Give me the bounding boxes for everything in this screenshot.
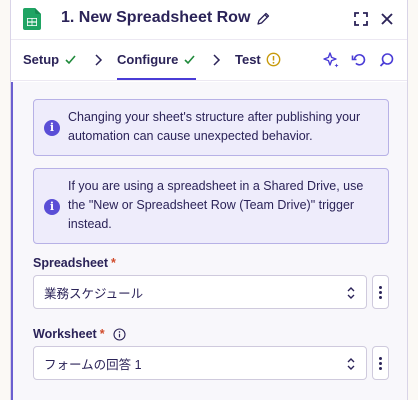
help-icon[interactable] <box>113 327 126 341</box>
warning-icon <box>266 52 281 67</box>
field-label-text: Worksheet <box>33 327 97 341</box>
step-tabs: Setup Configure Test <box>11 39 407 81</box>
step-title-wrap[interactable]: 1. New Spreadsheet Row <box>61 9 270 27</box>
panel-header: 1. New Spreadsheet Row <box>11 0 407 38</box>
tab-label: Configure <box>117 52 179 67</box>
tab-setup[interactable]: Setup <box>23 52 77 67</box>
more-vertical-icon <box>379 356 382 360</box>
close-icon[interactable] <box>378 10 396 28</box>
chevron-updown-icon <box>347 358 355 370</box>
check-icon <box>184 55 195 65</box>
info-icon: i <box>44 199 60 215</box>
more-vertical-icon <box>379 285 382 289</box>
tab-test[interactable]: Test <box>235 52 281 67</box>
tab-configure[interactable]: Configure <box>117 52 197 80</box>
tab-label: Test <box>235 52 261 67</box>
spreadsheet-more-button[interactable] <box>372 275 389 309</box>
check-icon <box>65 55 76 65</box>
info-alert: i Changing your sheet's structure after … <box>33 99 389 156</box>
alert-text: Changing your sheet's structure after pu… <box>68 110 361 143</box>
worksheet-more-button[interactable] <box>372 346 389 380</box>
undo-icon[interactable] <box>350 51 368 69</box>
google-sheets-icon <box>23 8 41 30</box>
required-mark: * <box>111 256 116 270</box>
field-label-text: Spreadsheet <box>33 256 109 270</box>
spreadsheet-label: Spreadsheet * <box>33 256 116 270</box>
pencil-icon[interactable] <box>256 12 270 26</box>
chevron-right-icon <box>95 54 103 66</box>
select-value: 業務スケジュール <box>44 286 144 301</box>
info-alert: i If you are using a spreadsheet in a Sh… <box>33 168 389 244</box>
step-title[interactable]: 1. New Spreadsheet Row <box>61 9 250 27</box>
worksheet-label: Worksheet * <box>33 327 126 341</box>
alert-text: If you are using a spreadsheet in a Shar… <box>68 179 364 231</box>
spreadsheet-select[interactable]: 業務スケジュール <box>33 275 367 309</box>
tab-label: Setup <box>23 52 60 67</box>
select-value: フォームの回答 1 <box>44 357 142 372</box>
search-icon[interactable] <box>378 51 396 69</box>
zap-step-panel: 1. New Spreadsheet Row Setup Configure T… <box>10 0 408 400</box>
ai-sparkle-icon[interactable] <box>322 51 340 69</box>
worksheet-select[interactable]: フォームの回答 1 <box>33 346 367 380</box>
required-mark: * <box>99 327 105 341</box>
expand-icon[interactable] <box>352 10 370 28</box>
info-icon: i <box>44 120 60 136</box>
chevron-right-icon <box>213 54 221 66</box>
chevron-updown-icon <box>347 287 355 299</box>
configure-form: i Changing your sheet's structure after … <box>11 82 407 400</box>
